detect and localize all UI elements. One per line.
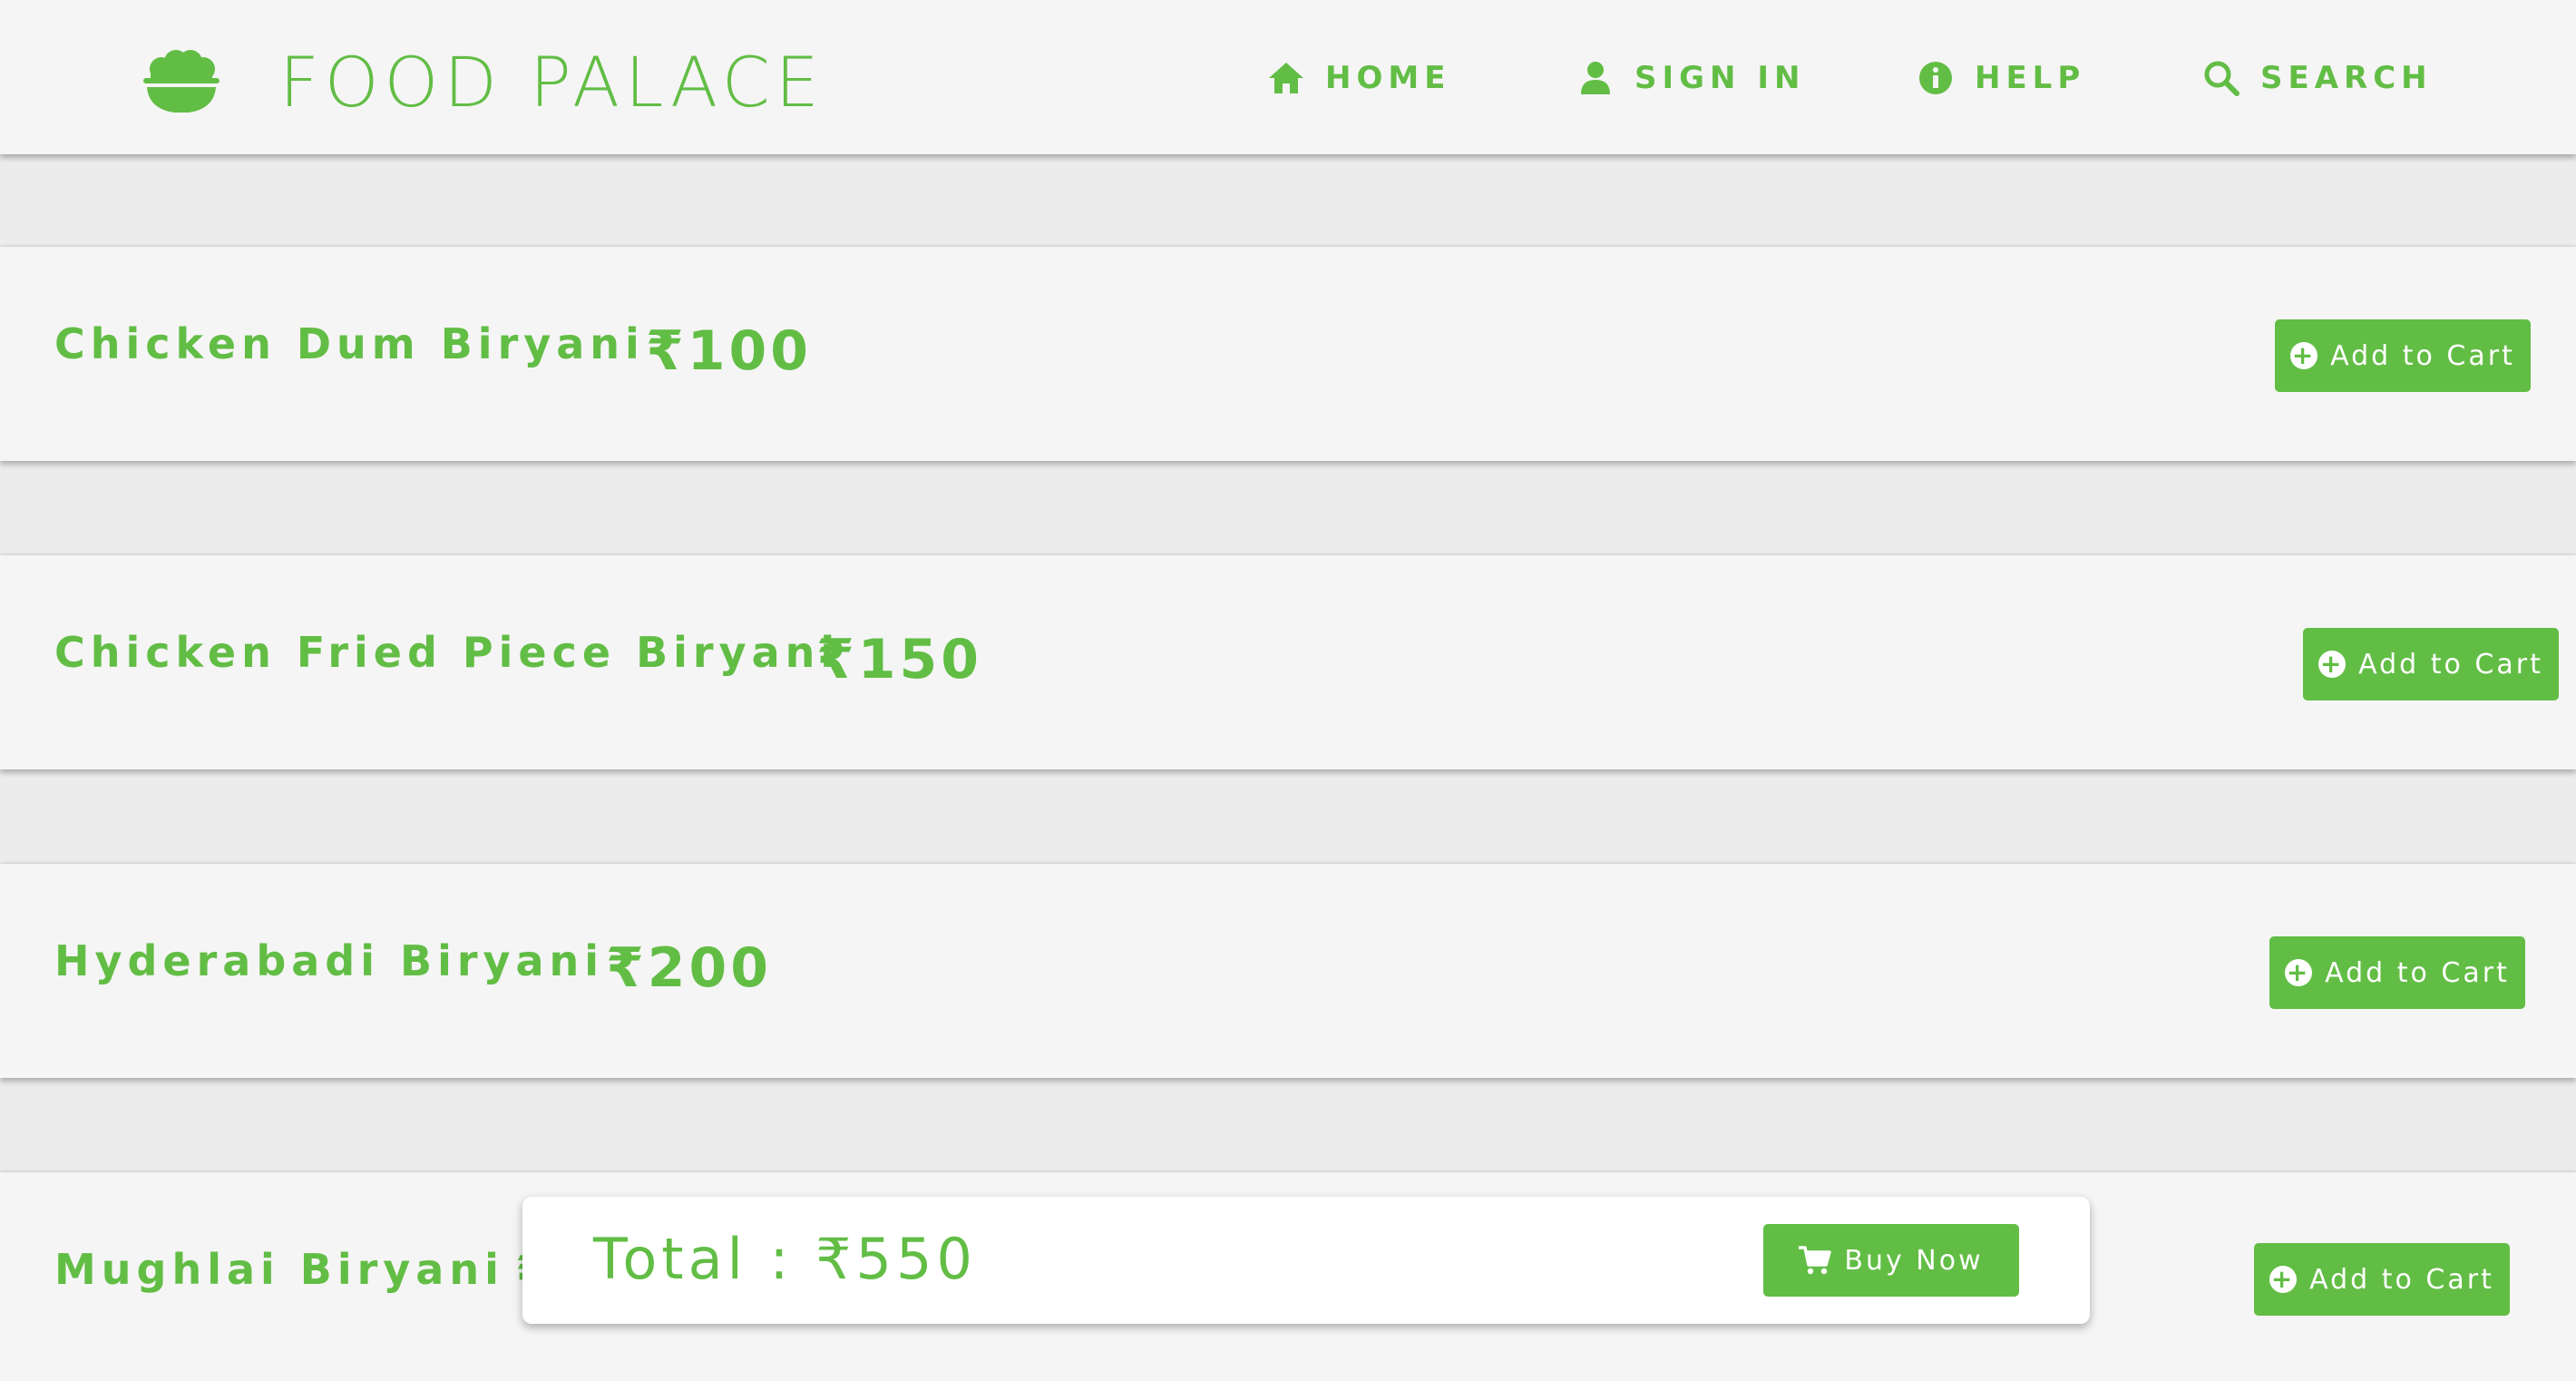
- plus-circle-icon: +: [2285, 957, 2313, 987]
- nav-home-link[interactable]: HOME: [1267, 54, 1450, 102]
- add-to-cart-label: Add to Cart: [2325, 956, 2510, 989]
- menu-item-card: Chicken Dum Biryani ₹100 + Add to Cart: [0, 247, 2576, 461]
- buy-now-button[interactable]: Buy Now: [1763, 1224, 2019, 1297]
- menu-item-card: Chicken Fried Piece Biryani ₹150 + Add t…: [0, 555, 2576, 769]
- nav-sign-in-link[interactable]: SIGN IN: [1576, 54, 1805, 102]
- nav-sign-in-label: SIGN IN: [1634, 60, 1806, 96]
- info-icon: [1919, 62, 1952, 94]
- cart-icon: [1799, 1246, 1832, 1275]
- add-to-cart-label: Add to Cart: [2358, 648, 2543, 681]
- brand[interactable]: FOOD PALACE: [143, 42, 825, 122]
- nav-search-label: SEARCH: [2260, 60, 2433, 96]
- rice-bowl-icon: [143, 50, 220, 113]
- nav-help-link[interactable]: HELP: [1917, 54, 2085, 102]
- add-to-cart-button[interactable]: + Add to Cart: [2275, 319, 2531, 392]
- brand-name: FOOD PALACE: [279, 41, 825, 122]
- add-to-cart-button[interactable]: + Add to Cart: [2303, 628, 2559, 700]
- cart-total-bar: Total : ₹550 Buy Now: [522, 1197, 2090, 1324]
- search-icon: [2204, 61, 2239, 96]
- add-to-cart-label: Add to Cart: [2309, 1263, 2494, 1296]
- menu-item-card: Hyderabadi Biryani ₹200 + Add to Cart: [0, 864, 2576, 1078]
- user-icon: [1581, 62, 1610, 94]
- add-to-cart-button[interactable]: + Add to Cart: [2254, 1243, 2510, 1316]
- plus-circle-icon: +: [2290, 340, 2318, 370]
- navbar: FOOD PALACE HOME SIGN IN HELP SEARCH: [0, 0, 2576, 154]
- item-price: ₹200: [606, 936, 772, 1000]
- plus-circle-icon: +: [2269, 1264, 2298, 1294]
- add-to-cart-button[interactable]: + Add to Cart: [2269, 936, 2525, 1009]
- add-to-cart-label: Add to Cart: [2330, 339, 2515, 372]
- buy-now-label: Buy Now: [1844, 1244, 1984, 1277]
- item-price: ₹100: [646, 319, 812, 383]
- item-name: Hyderabadi Biryani: [54, 936, 605, 985]
- item-name: Mughlai Biryani: [54, 1245, 504, 1294]
- item-name: Chicken Dum Biryani: [54, 319, 645, 368]
- home-icon: [1269, 63, 1303, 93]
- cart-total: Total : ₹550: [593, 1226, 977, 1292]
- nav-home-label: HOME: [1325, 60, 1451, 96]
- item-price: ₹150: [816, 628, 982, 691]
- nav-help-label: HELP: [1975, 60, 2086, 96]
- nav-search-link[interactable]: SEARCH: [2202, 54, 2433, 102]
- item-name: Chicken Fried Piece Biryani: [54, 628, 841, 677]
- plus-circle-icon: +: [2318, 649, 2347, 679]
